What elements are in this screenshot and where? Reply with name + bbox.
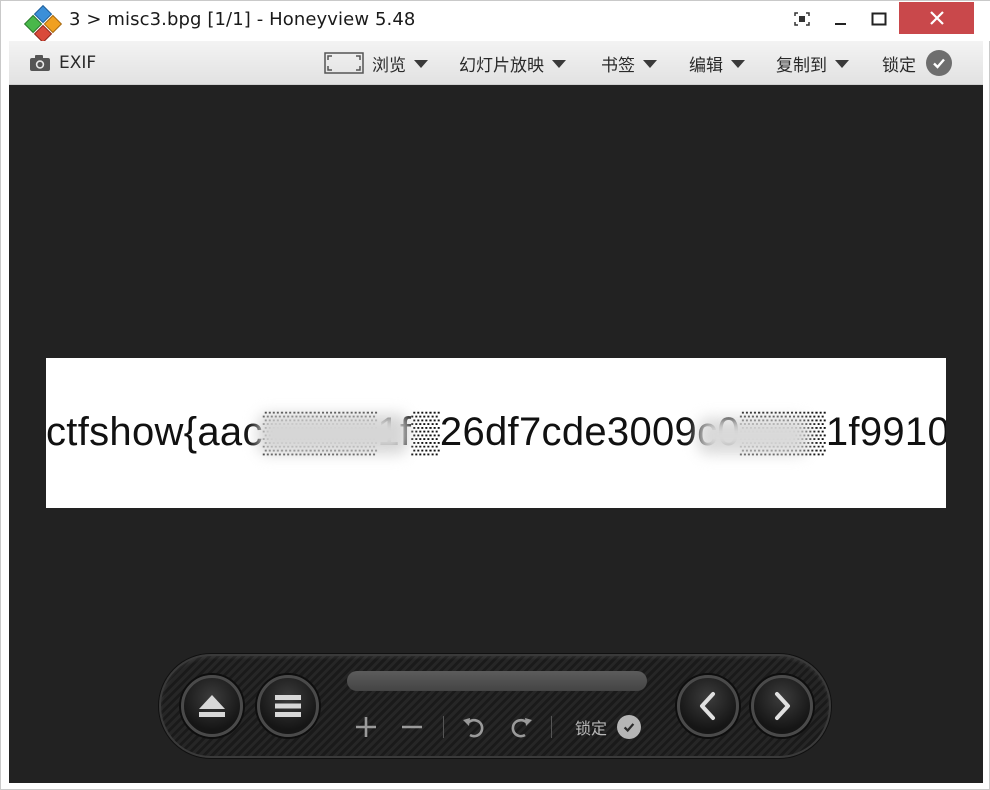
next-icon (775, 692, 790, 720)
copy-to-label: 复制到 (776, 55, 827, 76)
minimize-button[interactable] (826, 3, 856, 35)
chevron-down-icon (414, 60, 428, 68)
rotate-left-button[interactable] (459, 712, 489, 742)
toolbar: EXIF 浏览 幻灯片放映 书签 编辑 复制到 锁定 (9, 41, 983, 85)
next-button[interactable] (751, 675, 813, 737)
rotate-right-icon (511, 718, 532, 738)
eject-button[interactable] (181, 675, 243, 737)
menu-icon (275, 695, 301, 717)
exif-label: EXIF (59, 53, 97, 73)
zoom-out-button[interactable] (399, 712, 425, 742)
redaction-blur (698, 418, 808, 454)
rotate-right-button[interactable] (506, 712, 536, 742)
browse-menu[interactable]: 浏览 (324, 41, 428, 85)
prev-icon (700, 692, 715, 720)
minimize-icon (835, 23, 846, 25)
exif-button[interactable]: EXIF (29, 41, 96, 85)
previous-button[interactable] (677, 675, 739, 737)
copy-to-menu[interactable]: 复制到 (776, 41, 849, 85)
flag-text: ctfshow{aac▒▒▒▒1f▒26df7cde3009c0▒▒▒1f991… (46, 410, 946, 454)
zoom-in-icon (356, 717, 376, 737)
menu-button[interactable] (257, 675, 319, 737)
control-bar: 锁定 (159, 654, 831, 758)
fullscreen-button[interactable] (787, 3, 817, 35)
edit-menu[interactable]: 编辑 (689, 41, 745, 85)
bookmark-menu[interactable]: 书签 (601, 41, 657, 85)
chevron-down-icon (643, 60, 657, 68)
title-bar: 3 > misc3.bpg [1/1] - Honeyview 5.48 (1, 1, 990, 44)
check-circle-icon (926, 50, 952, 76)
slideshow-label: 幻灯片放映 (459, 55, 544, 76)
close-button[interactable] (899, 2, 974, 34)
eject-icon (199, 695, 225, 717)
browse-label: 浏览 (372, 55, 406, 76)
chevron-down-icon (731, 60, 745, 68)
divider (443, 716, 444, 738)
zoom-out-icon (402, 725, 422, 729)
edit-label: 编辑 (689, 55, 723, 76)
honeyview-window: 3 > misc3.bpg [1/1] - Honeyview 5.48 EXI… (0, 0, 990, 790)
lock-toggle-bottom[interactable]: 锁定 (575, 712, 655, 742)
lock-label: 锁定 (575, 719, 608, 738)
displayed-image: ctfshow{aac▒▒▒▒1f▒26df7cde3009c0▒▒▒1f991… (46, 358, 946, 508)
chevron-down-icon (835, 60, 849, 68)
maximize-button[interactable] (864, 3, 894, 35)
slideshow-menu[interactable]: 幻灯片放映 (459, 41, 566, 85)
maximize-icon (871, 12, 887, 26)
app-logo-icon (23, 4, 63, 44)
lock-toggle[interactable]: 锁定 (882, 41, 952, 85)
divider (551, 716, 552, 738)
lock-label: 锁定 (882, 55, 916, 76)
redaction-blur (258, 414, 408, 454)
fullscreen-icon (794, 12, 810, 26)
zoom-in-button[interactable] (353, 712, 379, 742)
fit-window-icon (324, 52, 364, 74)
window-title: 3 > misc3.bpg [1/1] - Honeyview 5.48 (69, 9, 416, 30)
progress-slider[interactable] (347, 671, 647, 691)
chevron-down-icon (552, 60, 566, 68)
close-icon (929, 11, 944, 25)
camera-icon (30, 55, 50, 71)
check-circle-icon (617, 715, 642, 739)
rotate-left-icon (463, 718, 484, 738)
bookmark-label: 书签 (601, 55, 635, 76)
